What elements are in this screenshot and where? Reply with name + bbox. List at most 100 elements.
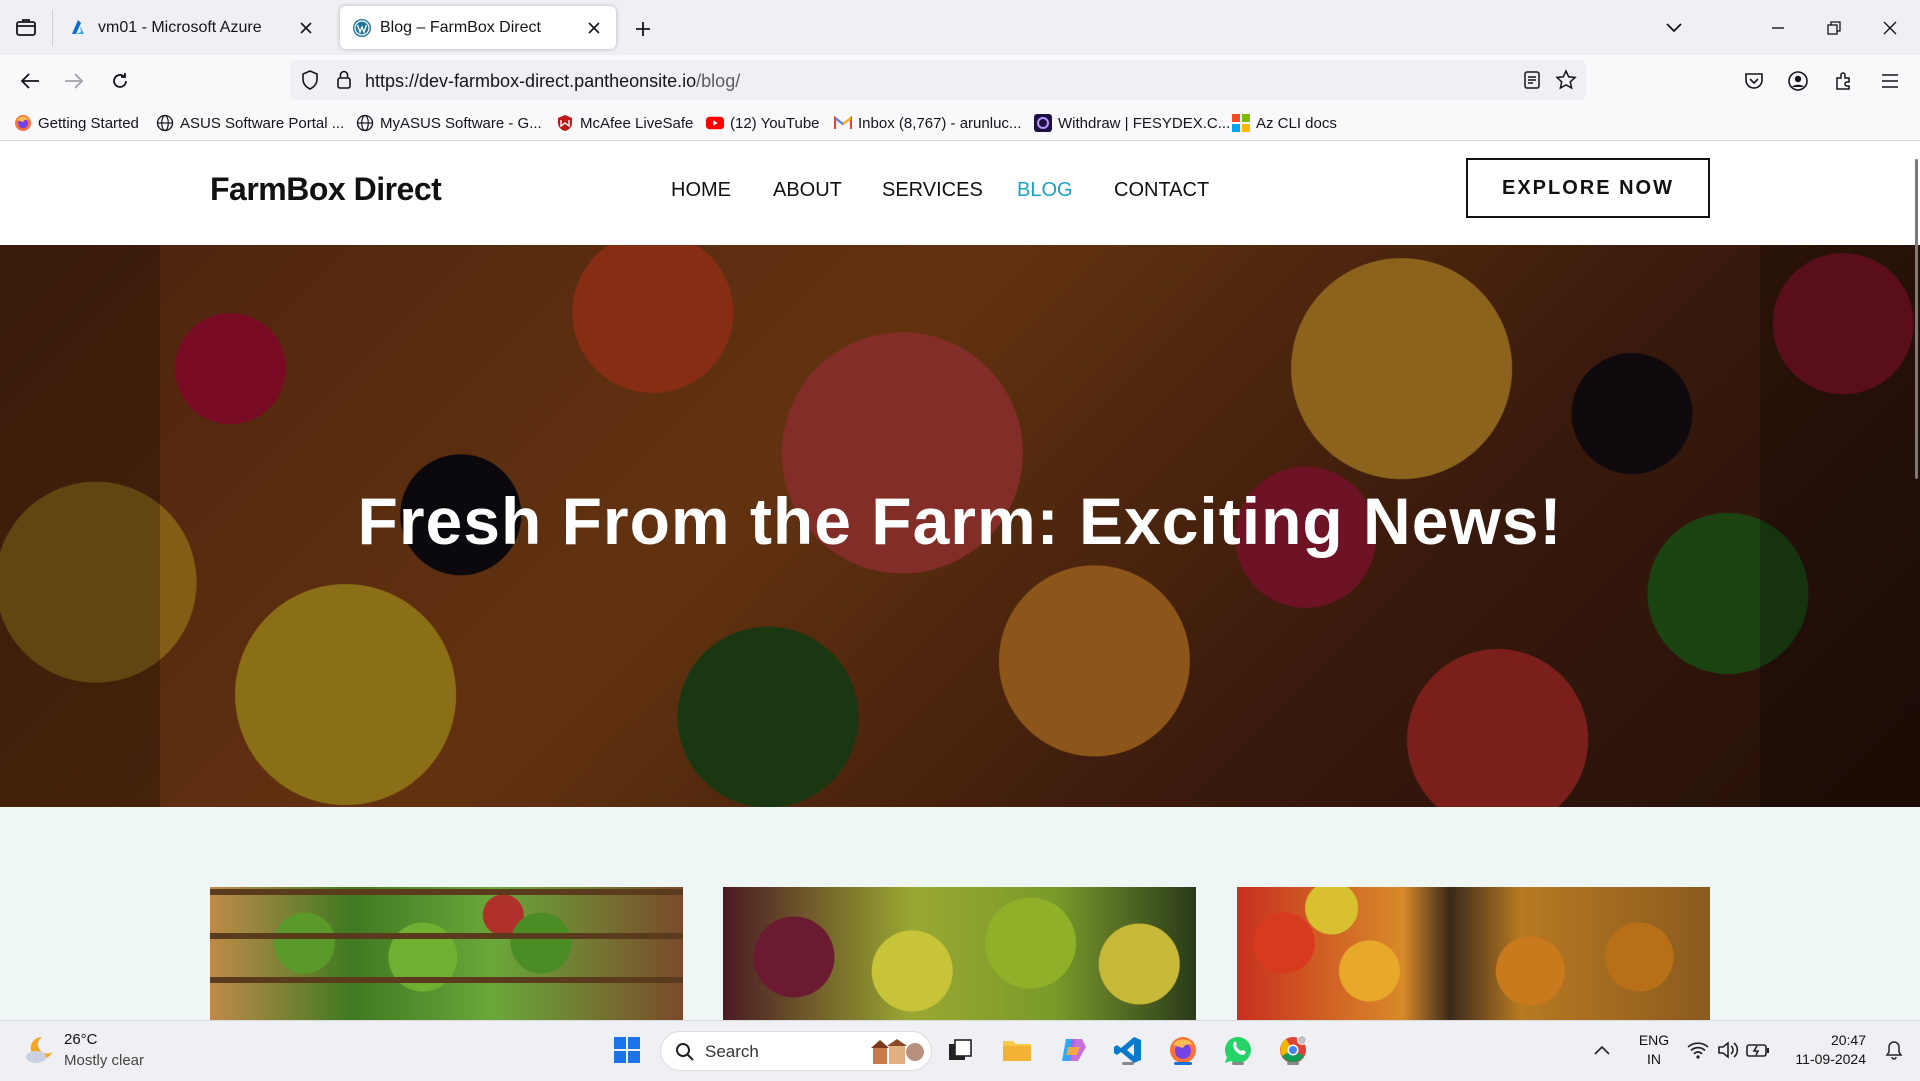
close-icon [1883, 21, 1897, 34]
nav-services[interactable]: SERVICES [882, 179, 983, 202]
weather-condition: Mostly clear [64, 1052, 145, 1069]
hero-title: Fresh From the Farm: Exciting News! [357, 484, 1563, 558]
menu-button[interactable] [1872, 63, 1908, 99]
nav-blog[interactable]: BLOG [1017, 179, 1073, 202]
restore-button[interactable] [1806, 0, 1862, 55]
forward-button[interactable] [56, 63, 92, 99]
running-indicator [1287, 1062, 1299, 1065]
start-button[interactable] [609, 1032, 645, 1068]
system-clock[interactable]: 20:47 11-09-2024 [1780, 1031, 1866, 1069]
tab-azure[interactable]: vm01 - Microsoft Azure [58, 6, 328, 49]
nav-about[interactable]: ABOUT [773, 179, 842, 202]
show-hidden-icons-button[interactable] [1584, 1032, 1620, 1068]
region-code: IN [1647, 1051, 1661, 1067]
vscode-button[interactable] [1110, 1032, 1146, 1068]
tab-list-icon [16, 18, 36, 36]
extensions-button[interactable] [1826, 63, 1862, 99]
pocket-button[interactable] [1736, 63, 1772, 99]
post-image-vegetables[interactable] [210, 887, 683, 1020]
bookmark-label: Withdraw | FESYDEX.C... [1058, 114, 1231, 132]
task-view-icon [949, 1039, 972, 1060]
taskbar: 26°C Mostly clear Search ENG IN 20:47 11… [0, 1020, 1920, 1081]
battery-charging-icon [1746, 1044, 1769, 1057]
bookmark-label: (12) YouTube [730, 114, 820, 132]
reader-view-icon[interactable] [1520, 68, 1544, 92]
url-host: https://dev-farmbox-direct.pantheonsite.… [365, 71, 697, 91]
explore-now-button[interactable]: EXPLORE NOW [1466, 158, 1710, 218]
list-all-tabs-button[interactable] [1646, 0, 1702, 55]
bell-icon [1885, 1041, 1903, 1060]
firefox-icon [14, 114, 32, 132]
bookmark-mcafee[interactable]: McAfee LiveSafe [556, 111, 693, 135]
bookmark-asus-portal[interactable]: ASUS Software Portal ... [156, 111, 344, 135]
firefox-icon [1170, 1037, 1196, 1063]
search-icon [676, 1043, 694, 1061]
copilot-button[interactable] [1055, 1032, 1091, 1068]
post-image-apples-pineapples[interactable] [1237, 887, 1710, 1020]
pocket-icon [1745, 73, 1763, 89]
tab-separator [52, 10, 53, 46]
fesydex-icon [1034, 114, 1052, 132]
running-indicator [1122, 1062, 1134, 1065]
account-icon [1788, 71, 1808, 91]
bookmark-label: MyASUS Software - G... [380, 114, 542, 132]
notifications-button[interactable] [1876, 1032, 1912, 1068]
close-window-button[interactable] [1862, 0, 1918, 55]
bookmark-label: ASUS Software Portal ... [180, 114, 345, 132]
firefox-taskbar-button[interactable] [1165, 1032, 1201, 1068]
lock-icon[interactable] [332, 68, 356, 92]
windows-icon [614, 1037, 640, 1063]
language-indicator[interactable]: ENG IN [1636, 1031, 1672, 1069]
url-text[interactable]: https://dev-farmbox-direct.pantheonsite.… [365, 71, 740, 92]
tab-blog[interactable]: Blog – FarmBox Direct [340, 6, 616, 49]
vscode-icon [1114, 1037, 1141, 1063]
file-explorer-button[interactable] [999, 1032, 1035, 1068]
temperature: 26°C [64, 1031, 98, 1048]
back-button[interactable] [12, 63, 48, 99]
whatsapp-icon [1224, 1036, 1251, 1063]
site-header: FarmBox Direct HOME ABOUT SERVICES BLOG … [0, 141, 1920, 245]
bookmark-fesydex[interactable]: Withdraw | FESYDEX.C... [1034, 111, 1230, 135]
close-tab-icon[interactable] [584, 18, 604, 38]
chevron-up-icon [1594, 1045, 1610, 1055]
taskbar-search[interactable]: Search [660, 1031, 932, 1071]
reload-button[interactable] [102, 63, 138, 99]
whatsapp-button[interactable] [1220, 1032, 1256, 1068]
search-highlight-icon [871, 1039, 924, 1064]
minimize-button[interactable] [1750, 0, 1806, 55]
plus-icon [636, 22, 650, 36]
battery-button[interactable] [1740, 1032, 1776, 1068]
tab-list-button[interactable] [0, 0, 52, 55]
task-view-button[interactable] [942, 1032, 978, 1068]
speaker-icon [1718, 1041, 1739, 1059]
nav-home[interactable]: HOME [671, 179, 731, 202]
new-tab-button[interactable] [628, 14, 658, 44]
bookmark-youtube[interactable]: (12) YouTube [706, 111, 820, 135]
bookmark-myasus[interactable]: MyASUS Software - G... [356, 111, 542, 135]
moon-cloud-icon [26, 1036, 52, 1063]
site-logo[interactable]: FarmBox Direct [210, 171, 442, 208]
page-scrollbar[interactable] [1912, 141, 1920, 1020]
address-bar[interactable]: https://dev-farmbox-direct.pantheonsite.… [290, 60, 1586, 100]
nav-contact[interactable]: CONTACT [1114, 179, 1209, 202]
close-tab-icon[interactable] [296, 18, 316, 38]
search-label: Search [705, 1042, 759, 1061]
account-button[interactable] [1780, 63, 1816, 99]
url-path: /blog/ [696, 71, 741, 91]
bookmark-gmail[interactable]: Inbox (8,767) - arunluc... [834, 111, 1021, 135]
globe-icon [156, 114, 174, 132]
bookmark-star-icon[interactable] [1554, 68, 1578, 92]
bookmark-getting-started[interactable]: Getting Started [14, 111, 139, 135]
shield-icon[interactable] [298, 68, 322, 92]
chrome-button[interactable] [1275, 1032, 1311, 1068]
bookmark-az-cli-docs[interactable]: Az CLI docs [1232, 111, 1337, 135]
post-image-bananas[interactable] [723, 887, 1196, 1020]
bookmarks-toolbar: Getting Started ASUS Software Portal ...… [0, 105, 1920, 141]
gmail-icon [834, 114, 852, 132]
puzzle-icon [1836, 72, 1850, 90]
bookmark-label: Getting Started [38, 114, 139, 132]
language-code: ENG [1638, 1032, 1670, 1048]
active-indicator [1174, 1062, 1192, 1065]
minimize-icon [1772, 26, 1784, 29]
scrollbar-thumb[interactable] [1915, 159, 1918, 479]
